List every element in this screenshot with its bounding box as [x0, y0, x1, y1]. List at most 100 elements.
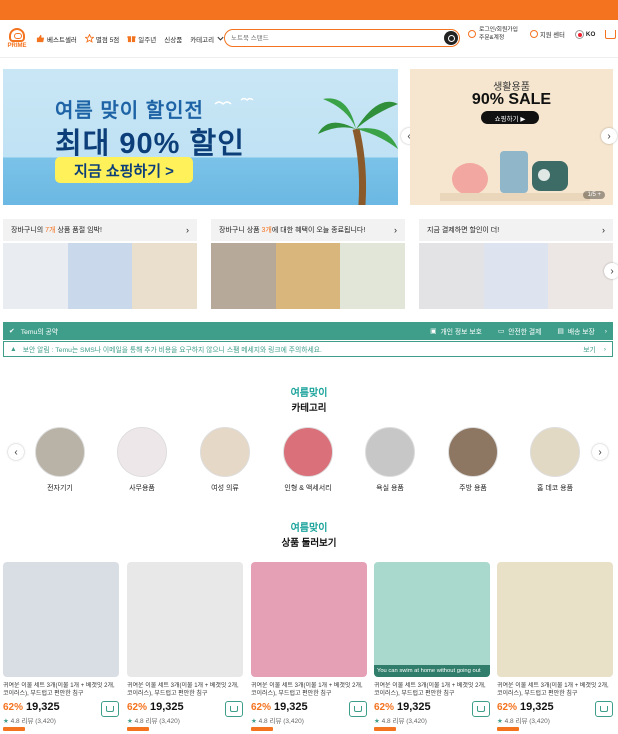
cart-icon [106, 706, 114, 712]
product-card[interactable]: You can swim at home without going out 귀… [374, 562, 490, 731]
nav-categories[interactable]: 카테고리 [190, 34, 225, 44]
promo-section: 장바구니의 7개 상품 품절 임박! › 장바구니 상품 3개에 대한 혜택이 … [3, 219, 618, 309]
nav-five-star[interactable]: 별점 5점 [84, 34, 119, 44]
cart-icon [477, 706, 485, 712]
secondary-banner[interactable]: 생활용품 90% SALE 쇼핑하기 ▶ 1/5 + [410, 69, 613, 205]
shield-icon: ✔ [9, 328, 15, 335]
promo-image [132, 243, 198, 309]
product-card[interactable]: 귀여운 이불 세트 3개(이불 1개 + 베갯잇 2개, 코이러스), 부드럽고… [127, 562, 243, 731]
main-banner[interactable]: 여름 맞이 할인전 최대 90% 할인 지금 쇼핑하기 > [3, 69, 398, 205]
product-grid: 귀여운 이불 세트 3개(이불 1개 + 베갯잇 2개, 코이러스), 부드럽고… [0, 562, 618, 734]
nav-new-arrivals-label: 신상품 [164, 36, 183, 44]
rating-value: 4.8 [258, 718, 268, 725]
logo-icon [9, 28, 25, 42]
notice-link[interactable]: 보기 [583, 344, 596, 354]
household-items-image [440, 151, 590, 201]
review-count: 리뷰 (3,420) [515, 718, 550, 725]
discount: 62% [127, 701, 148, 713]
secondary-banner-shop-button[interactable]: 쇼핑하기 ▶ [481, 111, 539, 124]
search-icon[interactable] [444, 31, 458, 45]
star-icon [84, 34, 94, 43]
promo-card[interactable]: 장바구니 상품 3개에 대한 혜택이 오늘 종료됩니다! › [211, 219, 406, 309]
category-item[interactable]: 여성 의류 [190, 427, 260, 493]
main-nav: PRIME 베스트셀러 별점 5점 일주년 신상품 카테고리 로그인/회원가입 … [0, 20, 618, 58]
category-next-button[interactable]: › [592, 444, 608, 460]
category-item[interactable]: 욕실 용품 [355, 427, 425, 493]
category-item[interactable]: 전자기기 [25, 427, 95, 493]
language-label: KO [585, 30, 596, 38]
add-to-cart-button[interactable] [225, 701, 243, 717]
product-image: You can swim at home without going out [374, 562, 490, 677]
category-carousel: ‹ 전자기기 사무용품 여성 의류 인형 & 액세서리 욕실 용품 주방 용품 … [0, 427, 618, 497]
discount: 62% [251, 701, 272, 713]
product-card[interactable]: 귀여운 이불 세트 3개(이불 1개 + 베갯잇 2개, 코이러스), 부드럽고… [251, 562, 367, 731]
chevron-right-icon: › [602, 225, 605, 235]
category-item[interactable]: 홈 데코 용품 [520, 427, 590, 493]
promo-image [211, 243, 276, 309]
nav-bestseller-label: 베스트셀러 [47, 36, 77, 44]
thumbs-up-icon [36, 34, 45, 43]
nav-bestseller[interactable]: 베스트셀러 [36, 34, 77, 44]
promo-text-pre: 장바구니의 [11, 227, 46, 234]
category-item[interactable]: 주방 용품 [438, 427, 508, 493]
truck-icon: ▤ [557, 328, 564, 335]
banner-title-line1: 여름 맞이 할인전 [55, 100, 204, 122]
promo-text-post: 에 대한 혜택이 오늘 종료됩니다! [271, 227, 366, 234]
notice-text: 보안 알림 : Temu는 SMS나 이메일을 통해 추가 비용을 요구하지 않… [22, 347, 322, 354]
section-title: 상품 둘러보기 [281, 538, 337, 549]
promo-header: 지금 결제하면 할인이 더! › [419, 219, 613, 241]
language-selector[interactable]: KO [574, 29, 596, 39]
trust-payment: 안전한 결제 [508, 329, 542, 336]
promo-next-button[interactable]: › [604, 263, 618, 279]
category-label: 사무용품 [129, 485, 155, 492]
product-image [3, 562, 119, 677]
trust-shipping: 배송 보장 [567, 329, 595, 336]
product-overlay-text: You can swim at home without going out [374, 665, 490, 677]
add-to-cart-button[interactable] [101, 701, 119, 717]
category-label: 홈 데코 용품 [536, 485, 574, 492]
promo-tag [3, 727, 25, 731]
promo-text-pre: 장바구니 상품 [219, 227, 262, 234]
promo-image [548, 243, 614, 309]
promo-tag [497, 727, 519, 731]
rating-value: 4.8 [134, 718, 144, 725]
nav-categories-label: 카테고리 [190, 36, 215, 44]
banner-shop-button[interactable]: 지금 쇼핑하기 > [55, 157, 193, 183]
add-to-cart-button[interactable] [349, 701, 367, 717]
search-input[interactable] [231, 34, 444, 42]
nav-new-arrivals[interactable]: 신상품 [164, 34, 182, 44]
category-label: 인형 & 액세서리 [284, 485, 332, 492]
trust-bar[interactable]: ✔ Temu의 공약 ▣ 개인 정보 보호 ▭ 안전한 결제 ▤ 배송 보장 › [3, 322, 613, 340]
category-image [200, 427, 250, 477]
promo-highlight: 7개 [45, 227, 56, 234]
category-label: 전자기기 [47, 485, 73, 492]
add-to-cart-button[interactable] [595, 701, 613, 717]
login-link[interactable]: 로그인/회원가입 주문&계정 [468, 26, 518, 42]
review-count: 리뷰 (3,420) [392, 718, 427, 725]
product-card[interactable]: 귀여운 이불 세트 3개(이불 1개 + 베갯잇 2개, 코이러스), 부드럽고… [3, 562, 119, 731]
category-prev-button[interactable]: ‹ [8, 444, 24, 460]
add-to-cart-button[interactable] [472, 701, 490, 717]
promo-card[interactable]: 장바구니의 7개 상품 품절 임박! › [3, 219, 198, 309]
promo-tag [251, 727, 273, 731]
category-item[interactable]: 인형 & 액세서리 [273, 427, 343, 493]
palm-tree-icon [318, 98, 398, 205]
login-label: 로그인/회원가입 [479, 27, 518, 33]
cart-icon[interactable] [605, 29, 617, 39]
promo-header: 장바구니의 7개 상품 품절 임박! › [3, 219, 197, 241]
carousel-next-button[interactable]: › [601, 128, 617, 144]
review-count: 리뷰 (3,420) [269, 718, 304, 725]
nav-anniversary[interactable]: 일주년 [127, 34, 156, 44]
category-image [530, 427, 580, 477]
promo-text-post: 상품 품절 임박! [55, 227, 102, 234]
category-label: 주방 용품 [459, 485, 487, 492]
category-item[interactable]: 사무용품 [107, 427, 177, 493]
discount: 62% [374, 701, 395, 713]
security-notice[interactable]: ▲ 보안 알림 : Temu는 SMS나 이메일을 통해 추가 비용을 요구하지… [3, 341, 613, 357]
promo-images [419, 243, 614, 309]
promo-card[interactable]: 지금 결제하면 할인이 더! › [419, 219, 614, 309]
support-link[interactable]: 지원 센터 [529, 30, 565, 39]
promo-header: 장바구니 상품 3개에 대한 혜택이 오늘 종료됩니다! › [211, 219, 405, 241]
product-card[interactable]: 귀여운 이불 세트 3개(이불 1개 + 베갯잇 2개, 코이러스), 부드럽고… [497, 562, 613, 731]
logo[interactable]: PRIME [4, 28, 30, 49]
